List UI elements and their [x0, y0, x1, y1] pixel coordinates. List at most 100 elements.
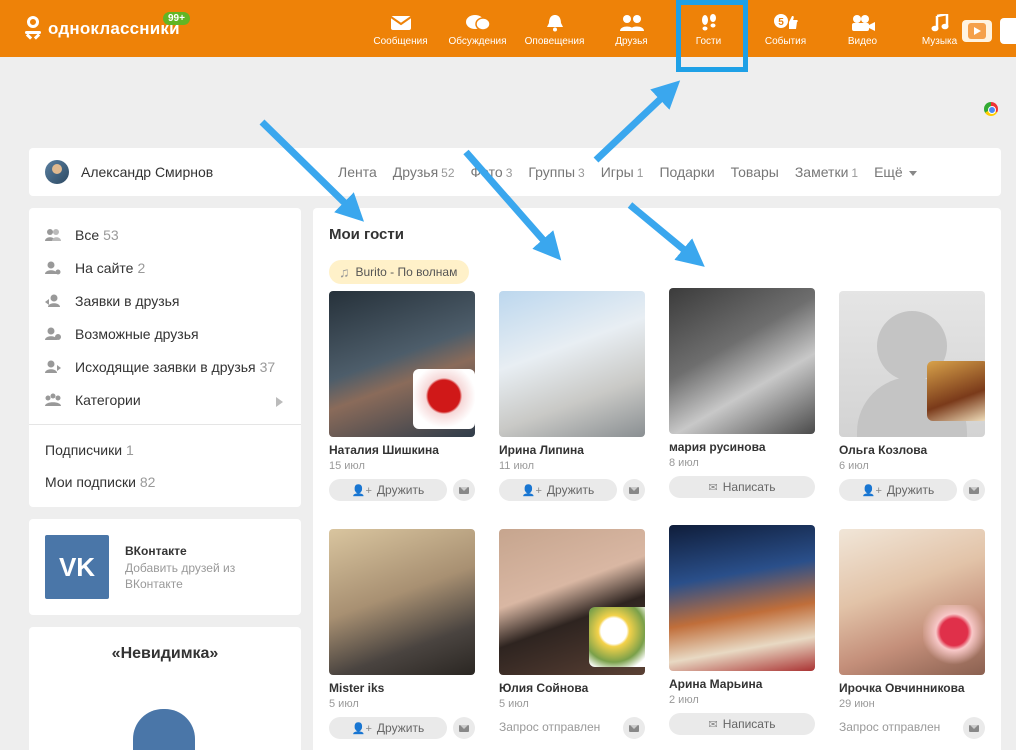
- visit-date: 6 июл: [839, 460, 869, 472]
- guests-highlight-frame: [676, 0, 748, 72]
- groups-icon: [45, 393, 61, 406]
- invisible-title: «Невидимка»: [111, 645, 219, 662]
- user-question-icon: [45, 327, 61, 340]
- nav-discussions[interactable]: Обсуждения: [439, 12, 516, 47]
- guest-photo[interactable]: [329, 291, 475, 437]
- tab-groups[interactable]: Группы 3: [528, 164, 584, 180]
- sidebar-item-possible[interactable]: Возможные друзья: [45, 326, 199, 342]
- add-friend-button[interactable]: 👤+ Дружить: [329, 479, 447, 501]
- write-message-button[interactable]: ✉ Написать: [669, 476, 815, 498]
- tab-friends[interactable]: Друзья 52: [393, 164, 455, 180]
- nav-label: Сообщения: [373, 36, 428, 47]
- guest-name[interactable]: Ирочка Овчинникова: [839, 681, 985, 695]
- tab-games[interactable]: Игры 1: [601, 164, 644, 180]
- avatar[interactable]: [45, 160, 69, 184]
- write-message-button[interactable]: ✉ Написать: [669, 713, 815, 735]
- nav-friends[interactable]: Друзья: [593, 12, 670, 47]
- people-icon: [45, 229, 61, 241]
- search-toggle[interactable]: [1000, 18, 1016, 44]
- guest-photo[interactable]: [669, 288, 815, 434]
- add-user-icon: 👤+: [521, 484, 542, 497]
- sidebar-item-subscribers[interactable]: Подписчики 1: [45, 442, 134, 458]
- events-count-badge: 5: [778, 17, 784, 28]
- visit-date: 11 июл: [499, 460, 535, 472]
- invisible-mode-card[interactable]: «Невидимка»: [29, 627, 301, 750]
- sidebar-item-all[interactable]: Все 53: [45, 227, 119, 243]
- guest-photo[interactable]: [499, 291, 645, 437]
- tab-gifts[interactable]: Подарки: [659, 164, 714, 180]
- play-button[interactable]: [962, 20, 992, 42]
- chat-bubbles-icon: [465, 15, 491, 31]
- envelope-icon: [459, 724, 469, 732]
- divider: [29, 424, 301, 425]
- message-button[interactable]: [623, 717, 645, 739]
- message-button[interactable]: [963, 717, 985, 739]
- tab-products[interactable]: Товары: [731, 164, 779, 180]
- logo-text: одноклассники: [48, 19, 180, 38]
- page-title: Мои гости: [329, 226, 404, 243]
- request-sent-status: Запрос отправлен: [839, 720, 941, 734]
- nav-messages[interactable]: Сообщения: [362, 12, 439, 47]
- guest-photo[interactable]: [499, 529, 645, 675]
- vk-logo-icon: VK: [45, 535, 109, 599]
- profile-bar: Александр Смирнов Лента Друзья 52 Фото 3 Г…: [29, 148, 1001, 196]
- profile-tabs: Лента Друзья 52 Фото 3 Группы 3 Игры 1 Подар…: [338, 164, 933, 180]
- play-icon: [968, 23, 986, 39]
- visit-date: 8 июл: [669, 457, 699, 469]
- vk-import-card[interactable]: VK ВКонтакте Добавить друзей из ВКонтакт…: [29, 519, 301, 615]
- tab-more[interactable]: Ещё: [874, 164, 917, 180]
- message-button[interactable]: [453, 479, 475, 501]
- video-camera-icon: [851, 15, 875, 31]
- tab-photos[interactable]: Фото 3: [471, 164, 513, 180]
- guest-photo[interactable]: [669, 525, 815, 671]
- guest-card: мария русинова 8 июл ✉ Написать: [669, 288, 815, 498]
- nav-label: Друзья: [615, 36, 648, 47]
- add-friend-button[interactable]: 👤+ Дружить: [499, 479, 617, 501]
- music-status[interactable]: ♫ Burito - По волнам: [329, 260, 470, 284]
- nav-video[interactable]: Видео: [824, 12, 901, 47]
- visit-date: 29 июн: [839, 698, 875, 710]
- sidebar-item-categories[interactable]: Категории: [45, 392, 141, 408]
- guest-card: Юлия Сойнова 5 июл Запрос отправлен: [499, 529, 645, 739]
- people-icon: [619, 15, 644, 31]
- user-outgoing-icon: [45, 360, 61, 373]
- guest-photo[interactable]: [329, 529, 475, 675]
- tab-notes[interactable]: Заметки 1: [795, 164, 858, 180]
- message-button[interactable]: [453, 717, 475, 739]
- add-friend-button[interactable]: 👤+ Дружить: [329, 717, 447, 739]
- rose-sticker: [923, 605, 985, 665]
- guest-photo[interactable]: [839, 291, 985, 437]
- guest-name[interactable]: Ирина Липина: [499, 443, 645, 457]
- sidebar-item-online[interactable]: На сайте 2: [45, 260, 145, 276]
- thumbs-up-icon: 5: [773, 14, 798, 29]
- user-online-icon: [45, 261, 61, 275]
- nav-events[interactable]: 5 События: [747, 12, 824, 47]
- add-friend-button[interactable]: 👤+ Дружить: [839, 479, 957, 501]
- tab-feed[interactable]: Лента: [338, 164, 377, 180]
- guest-name[interactable]: Юлия Сойнова: [499, 681, 645, 695]
- guest-photo[interactable]: [839, 529, 985, 675]
- message-button[interactable]: [963, 479, 985, 501]
- envelope-icon: [969, 724, 979, 732]
- guest-name[interactable]: Наталия Шишкина: [329, 443, 475, 457]
- vk-description: Добавить друзей из ВКонтакте: [125, 561, 236, 591]
- music-note-icon: ♫: [339, 264, 350, 280]
- add-user-icon: 👤+: [861, 484, 882, 497]
- add-user-icon: 👤+: [351, 484, 372, 497]
- sidebar-item-requests[interactable]: Заявки в друзья: [45, 293, 180, 309]
- message-button[interactable]: [623, 479, 645, 501]
- site-logo[interactable]: одноклассники: [24, 16, 180, 42]
- guest-name[interactable]: Mister iks: [329, 681, 475, 695]
- guest-name[interactable]: Арина Марьина: [669, 677, 815, 691]
- guest-name[interactable]: Ольга Козлова: [839, 443, 985, 457]
- sidebar-item-subscriptions[interactable]: Мои подписки 82: [45, 474, 155, 490]
- user-incoming-icon: [45, 294, 60, 307]
- nav-notifications[interactable]: Оповещения: [516, 12, 593, 47]
- envelope-icon: [459, 486, 469, 494]
- invisible-hat-icon: [133, 709, 195, 750]
- sidebar-item-outgoing[interactable]: Исходящие заявки в друзья 37: [45, 359, 275, 375]
- guest-name[interactable]: мария русинова: [669, 440, 815, 454]
- browser-extension-icon[interactable]: [984, 102, 998, 116]
- profile-name[interactable]: Александр Смирнов: [81, 164, 213, 180]
- nav-label: Видео: [847, 36, 878, 47]
